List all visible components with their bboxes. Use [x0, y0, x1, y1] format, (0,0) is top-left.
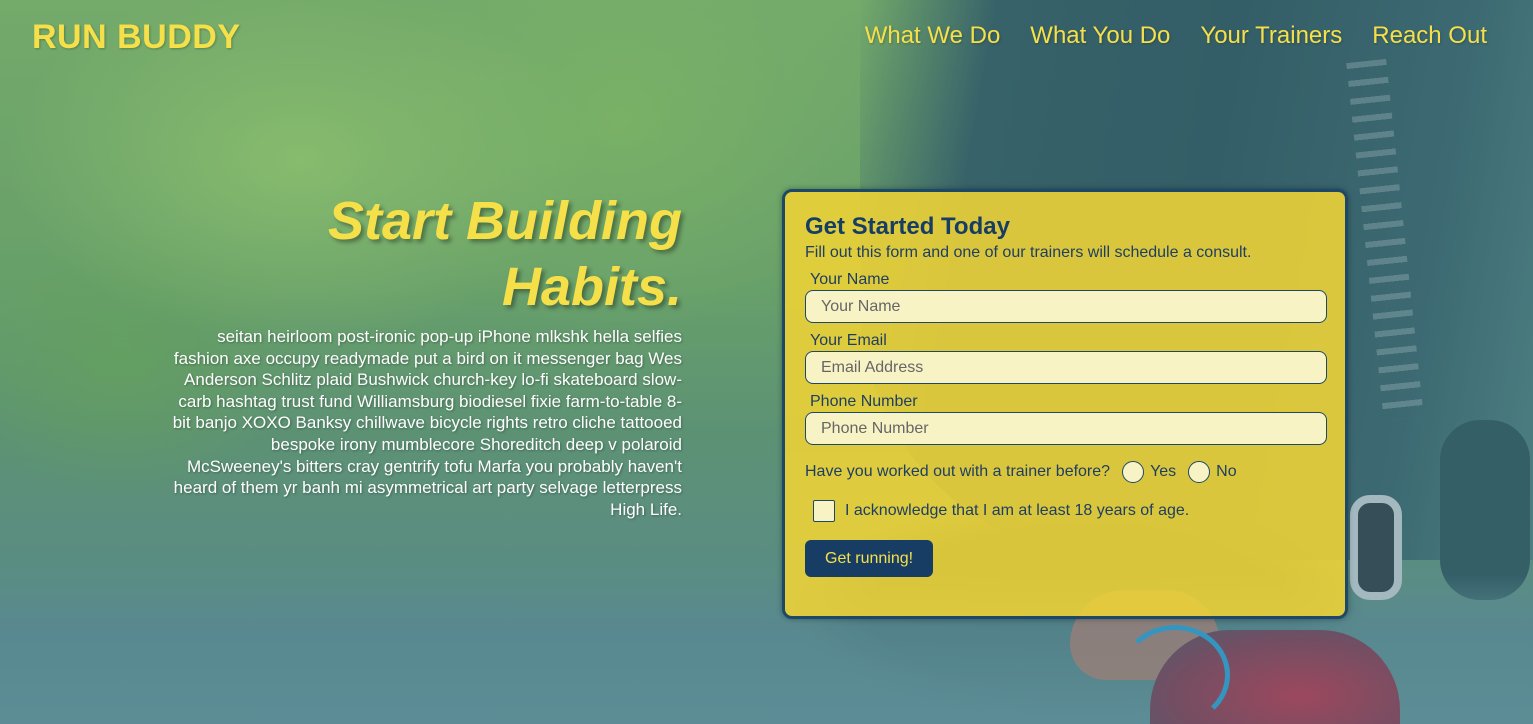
email-input[interactable]	[805, 351, 1327, 384]
hero-body-text: seitan heirloom post-ironic pop-up iPhon…	[172, 327, 682, 519]
radio-no[interactable]	[1188, 461, 1211, 483]
age-ack-label: I acknowledge that I am at least 18 year…	[845, 502, 1190, 519]
nav-link-what-we-do[interactable]: What We Do	[865, 22, 1001, 50]
hero-copy: Start Building Habits. seitan heirloom p…	[170, 188, 682, 520]
site-header: RUN BUDDY What We Do What You Do Your Tr…	[0, 0, 1533, 80]
form-subtitle: Fill out this form and one of our traine…	[805, 244, 1252, 261]
phone-label: Phone Number	[810, 393, 918, 410]
trainer-question-row: Have you worked out with a trainer befor…	[805, 461, 1325, 483]
name-label: Your Name	[810, 271, 890, 288]
age-ack-checkbox[interactable]	[813, 500, 835, 522]
hero-title: Start Building Habits.	[170, 188, 682, 320]
name-field-group: Your Name	[805, 270, 1327, 323]
radio-yes-label: Yes	[1150, 463, 1177, 480]
phone-field-group: Phone Number	[805, 392, 1327, 445]
form-title: Get Started Today	[805, 213, 1010, 240]
radio-no-label: No	[1216, 463, 1237, 480]
nav-link-reach-out[interactable]: Reach Out	[1372, 22, 1487, 50]
phone-input[interactable]	[805, 412, 1327, 445]
email-field-group: Your Email	[805, 331, 1327, 384]
nav-link-your-trainers[interactable]: Your Trainers	[1200, 22, 1342, 50]
email-label: Your Email	[810, 332, 887, 349]
name-input[interactable]	[805, 290, 1327, 323]
radio-yes[interactable]	[1122, 461, 1145, 483]
nav-link-what-you-do[interactable]: What You Do	[1030, 22, 1170, 50]
main-nav: What We Do What You Do Your Trainers Rea…	[865, 22, 1487, 50]
signup-form-card: Get Started Today Fill out this form and…	[782, 189, 1348, 619]
age-ack-row: I acknowledge that I am at least 18 year…	[813, 500, 1325, 522]
hero-title-line1: Start Building	[328, 191, 682, 251]
logo[interactable]: RUN BUDDY	[32, 18, 241, 57]
hero-title-line2: Habits.	[501, 257, 682, 317]
submit-button[interactable]: Get running!	[805, 540, 934, 577]
trainer-question-label: Have you worked out with a trainer befor…	[805, 463, 1111, 480]
